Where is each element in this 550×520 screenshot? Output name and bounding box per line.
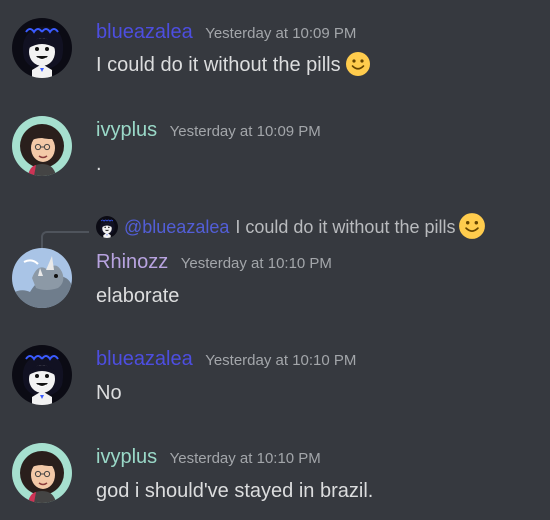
message-text: I could do it without the pills — [96, 54, 341, 76]
message-content: I could do it without the pills — [96, 51, 371, 85]
ivyplus-avatar[interactable] — [12, 116, 72, 176]
message-item[interactable]: ivyplus Yesterday at 10:10 PM god i shou… — [0, 443, 550, 507]
rhinozz-avatar[interactable] — [12, 248, 72, 308]
timestamp: Yesterday at 10:09 PM — [205, 25, 357, 42]
username[interactable]: ivyplus — [96, 119, 157, 141]
message-item[interactable]: ivyplus Yesterday at 10:09 PM . — [0, 116, 550, 196]
username[interactable]: Rhinozz — [96, 251, 168, 273]
timestamp: Yesterday at 10:10 PM — [180, 255, 332, 272]
message-content: elaborate — [96, 282, 179, 310]
message-item[interactable]: blueazalea Yesterday at 10:10 PM No — [0, 345, 550, 409]
message-text: No — [96, 382, 122, 404]
message-text: elaborate — [96, 285, 180, 307]
blueazalea-avatar[interactable] — [12, 18, 72, 78]
blueazalea-avatar[interactable] — [12, 345, 72, 405]
chat-messages: blueazalea Yesterday at 10:09 PM I could… — [0, 0, 550, 520]
blueazalea-reply-avatar — [96, 216, 118, 238]
timestamp: Yesterday at 10:10 PM — [205, 352, 357, 369]
reply-mention[interactable]: @blueazalea — [124, 217, 229, 237]
message-content: . — [96, 150, 102, 178]
timestamp: Yesterday at 10:09 PM — [169, 123, 321, 140]
username[interactable]: blueazalea — [96, 348, 193, 370]
message-text: . — [96, 153, 102, 175]
reply-text: I could do it without the pills — [235, 217, 456, 237]
username[interactable]: blueazalea — [96, 21, 193, 43]
slightly-smiling-face-icon — [458, 212, 487, 248]
message-content: god i should've stayed in brazil. — [96, 477, 373, 505]
message-item[interactable]: blueazalea Yesterday at 10:09 PM I could… — [0, 18, 550, 98]
slightly-smiling-face-icon — [344, 51, 371, 85]
timestamp: Yesterday at 10:10 PM — [169, 450, 321, 467]
message-text: god i should've stayed in brazil. — [96, 480, 374, 502]
message-item[interactable]: Rhinozz Yesterday at 10:10 PM elaborate — [0, 248, 550, 312]
message-content: No — [96, 379, 122, 407]
username[interactable]: ivyplus — [96, 446, 157, 468]
ivyplus-avatar[interactable] — [12, 443, 72, 503]
reply-reference[interactable]: @blueazalea I could do it without the pil… — [96, 212, 487, 240]
